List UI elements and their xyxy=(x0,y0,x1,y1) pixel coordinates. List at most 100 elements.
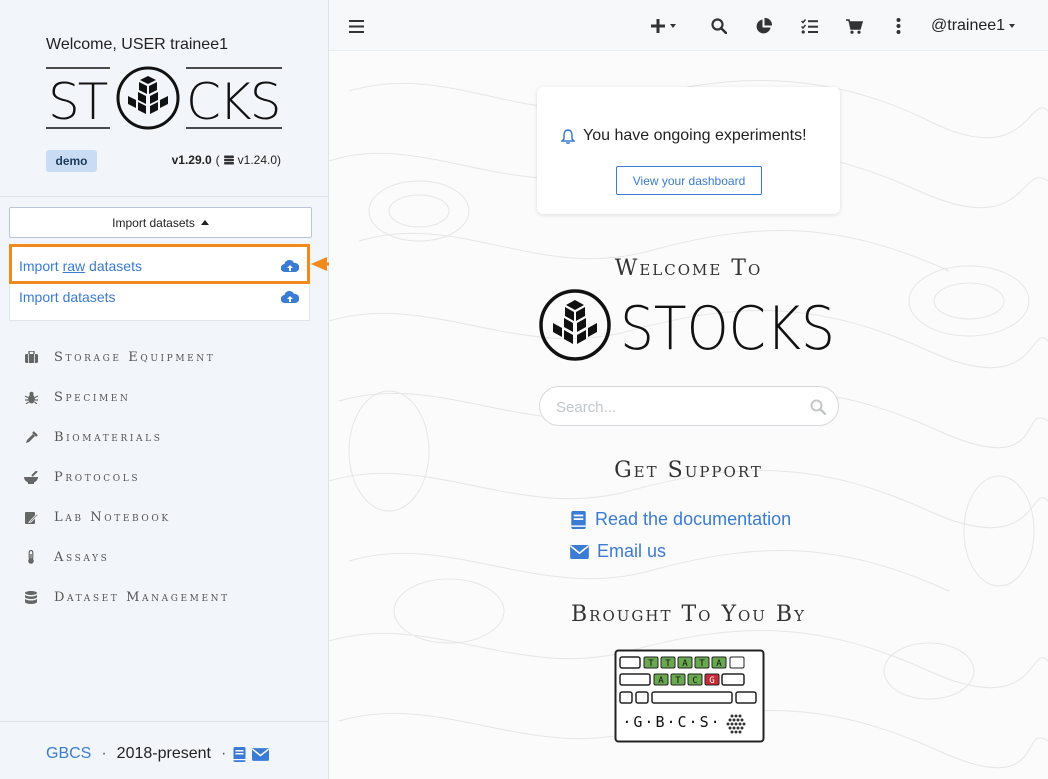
envelope-icon xyxy=(570,544,589,559)
read-docs-label: Read the documentation xyxy=(595,509,792,529)
top-navbar: @trainee1 xyxy=(329,0,1048,51)
nav-item-biomaterials[interactable]: Biomaterials xyxy=(0,417,329,457)
bug-icon xyxy=(24,390,38,404)
database-icon xyxy=(24,590,38,604)
cloud-upload-icon xyxy=(281,290,299,304)
app-version: v1.29.0 xyxy=(171,153,212,167)
divider xyxy=(0,721,328,722)
user-menu[interactable]: @trainee1 xyxy=(931,16,1016,36)
svg-text:G: G xyxy=(709,676,714,686)
book-icon xyxy=(571,510,586,529)
nav-item-protocols[interactable]: Protocols xyxy=(0,457,329,497)
menu-icon xyxy=(349,19,364,33)
book-icon[interactable] xyxy=(232,746,247,762)
search-box xyxy=(539,386,839,426)
read-documentation-link[interactable]: Read the documentation xyxy=(570,509,791,530)
welcome-text: Welcome, USER trainee1 xyxy=(46,36,228,53)
svg-text:STOCKS: STOCKS xyxy=(620,294,835,362)
bell-icon xyxy=(561,128,575,144)
stocks-logo[interactable]: ST CKS xyxy=(46,65,282,131)
envelope-icon[interactable] xyxy=(252,747,270,761)
import-raw-datasets-item[interactable]: Import raw datasets xyxy=(10,251,311,281)
import-dropdown: Import raw datasets Import datasets xyxy=(9,244,310,321)
chevron-down-icon xyxy=(1009,24,1016,28)
svg-text:C: C xyxy=(692,676,697,686)
nav-item-assays[interactable]: Assays xyxy=(0,537,329,577)
svg-text:T: T xyxy=(665,659,671,669)
ongoing-experiments-card: You have ongoing experiments! View your … xyxy=(537,87,840,214)
gbcs-link[interactable]: GBCS xyxy=(46,745,91,763)
svg-text:ST: ST xyxy=(48,73,108,131)
stocks-big-logo: STOCKS xyxy=(539,289,835,362)
import-datasets-label: Import datasets xyxy=(19,289,116,305)
cloud-upload-icon xyxy=(281,259,299,273)
sidebar: Welcome, USER trainee1 ST CKS demo v1.29… xyxy=(0,0,329,779)
view-dashboard-button[interactable]: View your dashboard xyxy=(616,166,762,195)
search-icon[interactable] xyxy=(810,399,826,415)
db-version: v1.24.0) xyxy=(237,153,281,167)
search-button[interactable] xyxy=(711,16,727,36)
separator: · xyxy=(101,745,107,762)
import-toggle-label: Import datasets xyxy=(112,215,195,230)
brought-to-you-heading: Brought To You By xyxy=(571,602,806,627)
add-button[interactable] xyxy=(651,16,676,36)
import-datasets-item[interactable]: Import datasets xyxy=(10,282,311,312)
svg-text:CKS: CKS xyxy=(186,73,279,131)
cart-button[interactable] xyxy=(846,16,863,36)
svg-text:T: T xyxy=(699,659,705,669)
svg-text:A: A xyxy=(716,659,722,669)
more-options-button[interactable] xyxy=(896,16,901,36)
svg-text:T: T xyxy=(675,676,681,686)
dropper-icon xyxy=(24,430,38,444)
version-info: v1.29.0 ( v1.24.0) xyxy=(172,153,281,167)
mortar-icon xyxy=(24,470,38,484)
search-icon xyxy=(711,18,727,34)
email-us-link[interactable]: Email us xyxy=(570,541,666,562)
chevron-down-icon xyxy=(670,24,676,28)
nav-label: Protocols xyxy=(54,469,141,485)
notebook-icon xyxy=(24,510,38,524)
database-icon xyxy=(223,155,234,165)
nav-item-storage-equipment[interactable]: Storage Equipment xyxy=(0,337,329,377)
tasks-button[interactable] xyxy=(801,16,818,36)
stats-button[interactable] xyxy=(755,16,772,36)
nav-item-dataset-management[interactable]: Dataset Management xyxy=(0,577,329,617)
search-input[interactable] xyxy=(556,397,796,417)
nav-label: Storage Equipment xyxy=(54,349,216,365)
separator: · xyxy=(220,745,227,762)
notice-text: You have ongoing experiments! xyxy=(561,127,807,145)
plus-icon xyxy=(651,19,665,33)
gbcs-logo: T T A T A A T C G ·G·B·C·S· xyxy=(614,649,765,743)
divider xyxy=(0,196,328,197)
cart-icon xyxy=(846,18,863,34)
kebab-icon xyxy=(896,18,901,34)
username: @trainee1 xyxy=(931,17,1006,34)
suitcase-icon xyxy=(24,350,38,364)
tasks-icon xyxy=(801,18,818,34)
sidebar-footer: GBCS · 2018-present · xyxy=(46,745,270,763)
welcome-heading: Welcome To xyxy=(614,256,763,281)
nav-label: Lab Notebook xyxy=(54,509,171,525)
nav-item-specimen[interactable]: Specimen xyxy=(0,377,329,417)
svg-text:·G·B·C·S·: ·G·B·C·S· xyxy=(622,713,721,731)
nav-label: Assays xyxy=(54,549,110,565)
nav-label: Specimen xyxy=(54,389,131,405)
nav-label: Dataset Management xyxy=(54,589,230,605)
get-support-heading: Get Support xyxy=(614,458,763,483)
pie-chart-icon xyxy=(756,17,772,33)
svg-text:A: A xyxy=(658,676,664,686)
email-us-label: Email us xyxy=(597,541,667,561)
import-raw-label: Import raw datasets xyxy=(19,258,142,274)
version-paren: ( xyxy=(215,153,220,167)
main-nav: Storage Equipment Specimen Biomaterials … xyxy=(0,337,329,617)
years-text: 2018-present xyxy=(116,745,211,762)
notice-message: You have ongoing experiments! xyxy=(583,127,807,144)
main-content: You have ongoing experiments! View your … xyxy=(329,51,1048,779)
nav-label: Biomaterials xyxy=(54,429,163,445)
demo-badge: demo xyxy=(46,150,97,172)
svg-text:T: T xyxy=(648,659,654,669)
caret-up-icon xyxy=(200,220,209,225)
import-datasets-toggle[interactable]: Import datasets xyxy=(9,207,312,238)
nav-item-lab-notebook[interactable]: Lab Notebook xyxy=(0,497,329,537)
menu-button[interactable] xyxy=(349,16,364,36)
